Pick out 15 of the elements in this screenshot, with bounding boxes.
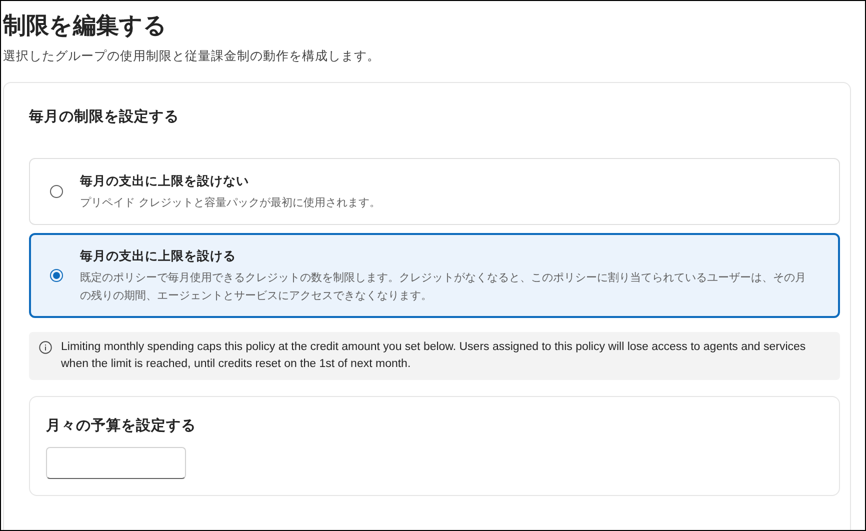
info-text: Limiting monthly spending caps this policy at the credit amount you set below. Users assigned to this policy will lose access to agents and services when the limit is reached, until credits reset on the 1st of next month. — [61, 340, 807, 372]
radio-button[interactable] — [50, 185, 63, 198]
page-title: 制限を編集する — [3, 12, 168, 41]
budget-heading: 月々の予算を設定する — [46, 416, 197, 436]
option-description: 既定のポリシーで毎月使用できるクレジットの数を制限します。クレジットがなくなると、このポリシーに割り当てられているユーザーは、その月の残りの期間、エージェントとサービスにアクセスできなくなります。 — [80, 270, 807, 304]
option-description: プリペイド クレジットと容量パックが最初に使用されます。 — [80, 195, 380, 211]
radio-option[interactable]: 毎月の支出に上限を設ける 既定のポリシーで毎月使用できるクレジットの数を制限します。クレジットがなくなると、このポリシーに割り当てられているユーザーは、その月の残りの期間、エージェントとサービスにアクセスできなくなります。 — [29, 233, 840, 318]
page-subtitle: 選択したグループの使用制限と従量課金制の動作を構成します。 — [3, 47, 381, 65]
radio-option[interactable]: 毎月の支出に上限を設けない プリペイド クレジットと容量パックが最初に使用されます。 — [29, 158, 840, 225]
info-icon — [39, 341, 52, 354]
budget-input-field[interactable] — [46, 447, 186, 479]
option-title: 毎月の支出に上限を設ける — [80, 247, 237, 265]
section-heading: 毎月の制限を設定する — [29, 108, 180, 127]
option-title: 毎月の支出に上限を設けない — [80, 172, 250, 190]
radio-button[interactable] — [50, 269, 63, 282]
